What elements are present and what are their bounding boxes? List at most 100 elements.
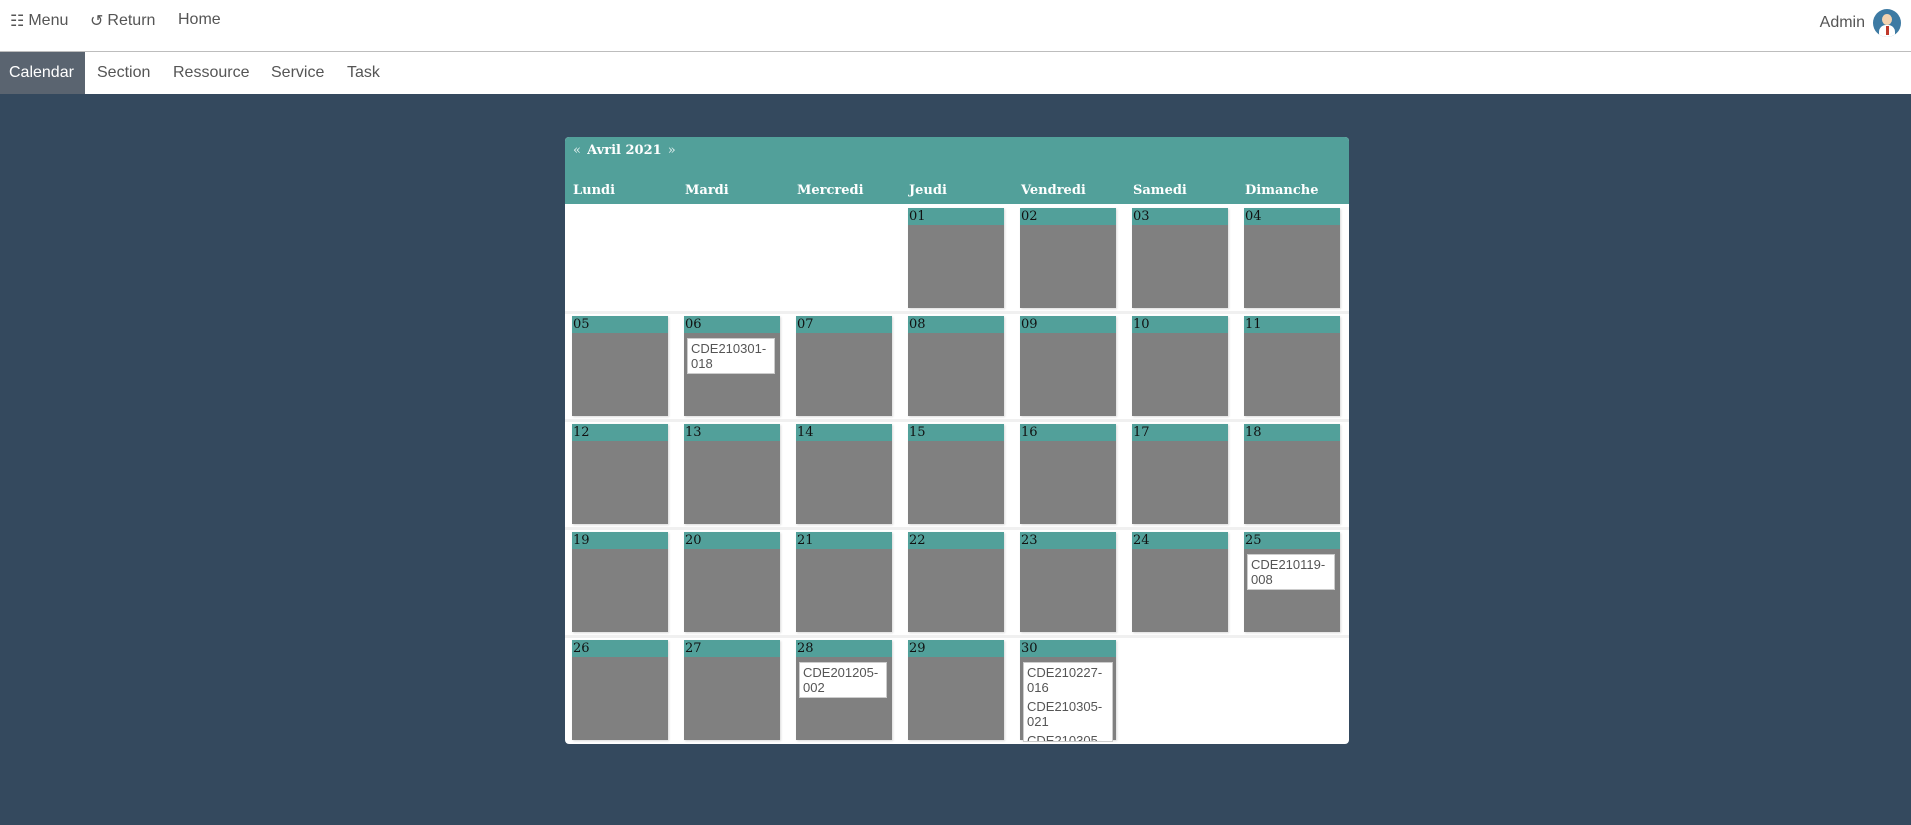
day-cell[interactable]: 09 (1020, 316, 1116, 416)
day-number: 06 (684, 316, 780, 333)
day-cell[interactable]: 20 (684, 532, 780, 632)
row-separator (565, 635, 1349, 638)
day-cell[interactable]: 13 (684, 424, 780, 524)
day-number: 15 (908, 424, 1004, 441)
tab-calendar[interactable]: Calendar (0, 52, 85, 94)
dayname-dimanche: Dimanche (1245, 183, 1319, 198)
day-number: 30 (1020, 640, 1116, 657)
day-number: 02 (1020, 208, 1116, 225)
menu-button[interactable]: ☷ Menu (10, 11, 68, 31)
day-cell[interactable]: 05 (572, 316, 668, 416)
day-cell[interactable]: 27 (684, 640, 780, 740)
day-cell[interactable]: 02 (1020, 208, 1116, 308)
day-number: 19 (572, 532, 668, 549)
day-cell[interactable]: 06 CDE210301-018 (684, 316, 780, 416)
prev-month-button[interactable]: « (573, 143, 581, 158)
day-cell[interactable]: 01 (908, 208, 1004, 308)
day-cell[interactable]: 30 CDE210227-016CDE210305-021CDE210305-02… (1020, 640, 1116, 742)
day-number: 12 (572, 424, 668, 441)
event-list: CDE210301-018 (687, 338, 775, 374)
day-cell[interactable]: 07 (796, 316, 892, 416)
day-cell[interactable]: 21 (796, 532, 892, 632)
event-list: CDE210119-008 (1247, 554, 1335, 590)
day-number: 13 (684, 424, 780, 441)
month-navigation: « Avril 2021 » (573, 143, 676, 158)
day-number: 11 (1244, 316, 1340, 333)
menu-label: Menu (28, 12, 69, 29)
tab-task[interactable]: Task (337, 52, 390, 94)
row-separator (565, 311, 1349, 314)
dayname-mardi: Mardi (685, 183, 729, 198)
day-cell[interactable]: 08 (908, 316, 1004, 416)
day-cell[interactable]: 14 (796, 424, 892, 524)
next-month-button[interactable]: » (668, 143, 676, 158)
row-separator (565, 419, 1349, 422)
day-cell[interactable]: 22 (908, 532, 1004, 632)
day-number: 28 (796, 640, 892, 657)
day-number: 24 (1132, 532, 1228, 549)
day-cell[interactable]: 29 (908, 640, 1004, 740)
day-cell[interactable]: 24 (1132, 532, 1228, 632)
day-number: 01 (908, 208, 1004, 225)
dayname-vendredi: Vendredi (1021, 183, 1086, 198)
home-label: Home (178, 11, 221, 28)
day-number: 08 (908, 316, 1004, 333)
return-icon: ↺ (90, 13, 104, 30)
day-cell[interactable]: 11 (1244, 316, 1340, 416)
day-cell[interactable]: 28 CDE201205-002 (796, 640, 892, 740)
day-number: 20 (684, 532, 780, 549)
day-cell[interactable]: 16 (1020, 424, 1116, 524)
event-item[interactable]: CDE210301-018 (687, 338, 775, 374)
day-number: 03 (1132, 208, 1228, 225)
day-number: 27 (684, 640, 780, 657)
dayname-jeudi: Jeudi (909, 183, 947, 198)
dayname-samedi: Samedi (1133, 183, 1187, 198)
day-number: 04 (1244, 208, 1340, 225)
avatar (1873, 9, 1901, 37)
day-cell[interactable]: 03 (1132, 208, 1228, 308)
tab-ressource[interactable]: Ressource (163, 52, 259, 94)
event-item[interactable]: CDE210119-008 (1247, 554, 1335, 590)
day-number: 18 (1244, 424, 1340, 441)
user-menu[interactable]: Admin (1820, 9, 1901, 37)
day-cell[interactable]: 15 (908, 424, 1004, 524)
day-cell[interactable]: 04 (1244, 208, 1340, 308)
menu-icon: ☷ (10, 13, 25, 30)
dayname-lundi: Lundi (573, 183, 616, 198)
day-cell[interactable]: 26 (572, 640, 668, 740)
tab-bar: Calendar Section Ressource Service Task (0, 52, 1911, 94)
calendar-widget: « Avril 2021 » Lundi Mardi Mercredi Jeud… (565, 137, 1349, 744)
event-list: CDE210227-016CDE210305-021CDE210305-022 (1023, 662, 1113, 742)
day-number: 23 (1020, 532, 1116, 549)
day-number: 10 (1132, 316, 1228, 333)
day-number: 05 (572, 316, 668, 333)
tab-section[interactable]: Section (87, 52, 160, 94)
day-cell[interactable]: 12 (572, 424, 668, 524)
day-number: 07 (796, 316, 892, 333)
day-number: 16 (1020, 424, 1116, 441)
day-number: 26 (572, 640, 668, 657)
calendar-header: « Avril 2021 » Lundi Mardi Mercredi Jeud… (565, 137, 1349, 204)
day-cell[interactable]: 17 (1132, 424, 1228, 524)
event-item[interactable]: CDE201205-002 (799, 662, 887, 698)
tab-service[interactable]: Service (261, 52, 334, 94)
day-cell[interactable]: 25 CDE210119-008 (1244, 532, 1340, 632)
day-number: 14 (796, 424, 892, 441)
top-navbar: ☷ Menu ↺ Return Home Admin (0, 0, 1911, 52)
return-label: Return (107, 12, 156, 29)
month-title: Avril 2021 (587, 143, 662, 158)
dayname-mercredi: Mercredi (797, 183, 864, 198)
event-item[interactable]: CDE210305-022 (1024, 731, 1112, 741)
event-item[interactable]: CDE210227-016 (1024, 663, 1112, 697)
day-cell[interactable]: 19 (572, 532, 668, 632)
day-number: 29 (908, 640, 1004, 657)
day-cell[interactable]: 10 (1132, 316, 1228, 416)
day-number: 25 (1244, 532, 1340, 549)
event-item[interactable]: CDE210305-021 (1024, 697, 1112, 731)
home-link[interactable]: Home (178, 11, 221, 29)
day-cell[interactable]: 23 (1020, 532, 1116, 632)
row-separator (565, 527, 1349, 530)
return-button[interactable]: ↺ Return (90, 11, 155, 31)
user-name: Admin (1819, 14, 1865, 31)
day-cell[interactable]: 18 (1244, 424, 1340, 524)
